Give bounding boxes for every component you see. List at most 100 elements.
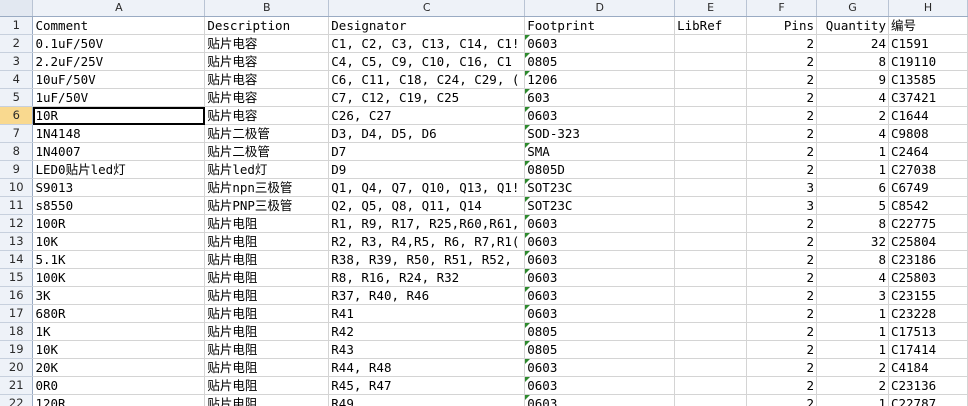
cell-a[interactable]: 100R	[32, 214, 206, 233]
cell-b[interactable]: 贴片PNP三极管	[204, 196, 330, 215]
cell-d[interactable]: SOT23C	[524, 178, 676, 197]
row-header[interactable]: 5	[0, 88, 34, 107]
cell-c[interactable]: D7	[328, 142, 526, 161]
cell-g[interactable]: 4	[816, 124, 889, 143]
cell-e[interactable]	[674, 34, 748, 53]
column-header-g[interactable]: G	[816, 0, 889, 17]
cell-e[interactable]	[674, 376, 748, 395]
cell-g[interactable]: 4	[816, 268, 889, 287]
cell-c[interactable]: R8, R16, R24, R32	[328, 268, 526, 287]
cell-h[interactable]: C37421	[888, 88, 968, 107]
cell-f[interactable]: 2	[746, 34, 817, 53]
cell-f[interactable]: 2	[746, 160, 817, 179]
cell-g[interactable]: 1	[816, 160, 889, 179]
column-header-c[interactable]: C	[328, 0, 526, 17]
cell-b[interactable]: 贴片二极管	[204, 124, 330, 143]
cell-e[interactable]	[674, 286, 748, 305]
row-header[interactable]: 1	[0, 16, 34, 35]
cell-e[interactable]: LibRef	[674, 16, 748, 35]
row-header[interactable]: 2	[0, 34, 34, 53]
cell-g[interactable]: 24	[816, 34, 889, 53]
cell-a[interactable]: Comment	[32, 16, 206, 35]
column-header-a[interactable]: A	[32, 0, 206, 17]
column-header-e[interactable]: E	[674, 0, 748, 17]
cell-a[interactable]: 120R	[32, 394, 206, 406]
cell-e[interactable]	[674, 250, 748, 269]
cell-d[interactable]: SOD-323	[524, 124, 676, 143]
cell-e[interactable]	[674, 304, 748, 323]
cell-e[interactable]	[674, 394, 748, 406]
cell-a[interactable]: 1N4007	[32, 142, 206, 161]
row-header[interactable]: 16	[0, 286, 34, 305]
cell-c[interactable]: R42	[328, 322, 526, 341]
cell-e[interactable]	[674, 358, 748, 377]
row-header[interactable]: 13	[0, 232, 34, 251]
column-header-f[interactable]: F	[746, 0, 817, 17]
cell-e[interactable]	[674, 196, 748, 215]
cell-a[interactable]: 0.1uF/50V	[32, 34, 206, 53]
cell-b[interactable]: 贴片电阻	[204, 322, 330, 341]
cell-d[interactable]: SMA	[524, 142, 676, 161]
cell-c[interactable]: R43	[328, 340, 526, 359]
cell-c[interactable]: C6, C11, C18, C24, C29, (	[328, 70, 526, 89]
cell-g[interactable]: 5	[816, 196, 889, 215]
cell-d[interactable]: Footprint	[524, 16, 676, 35]
cell-g[interactable]: 1	[816, 142, 889, 161]
cell-a[interactable]: 680R	[32, 304, 206, 323]
cell-b[interactable]: 贴片电容	[204, 88, 330, 107]
cell-b[interactable]: 贴片电容	[204, 34, 330, 53]
row-header[interactable]: 4	[0, 70, 34, 89]
cell-h[interactable]: C8542	[888, 196, 968, 215]
cell-h[interactable]: C23155	[888, 286, 968, 305]
cell-h[interactable]: C23228	[888, 304, 968, 323]
cell-a[interactable]: 0R0	[32, 376, 206, 395]
cell-h[interactable]: C1591	[888, 34, 968, 53]
cell-b[interactable]: 贴片电阻	[204, 268, 330, 287]
cell-e[interactable]	[674, 340, 748, 359]
cell-a[interactable]: S9013	[32, 178, 206, 197]
cell-h[interactable]: C25804	[888, 232, 968, 251]
cell-h[interactable]: C23136	[888, 376, 968, 395]
row-header[interactable]: 7	[0, 124, 34, 143]
cell-b[interactable]: 贴片电阻	[204, 232, 330, 251]
cell-a[interactable]: 10R	[32, 106, 206, 125]
cell-f[interactable]: 2	[746, 268, 817, 287]
cell-e[interactable]	[674, 106, 748, 125]
cell-d[interactable]: 603	[524, 88, 676, 107]
cell-h[interactable]: C23186	[888, 250, 968, 269]
cell-c[interactable]: R2, R3, R4,R5, R6, R7,R1(	[328, 232, 526, 251]
cell-d[interactable]: 0603	[524, 394, 676, 406]
cell-c[interactable]: R41	[328, 304, 526, 323]
cell-f[interactable]: 2	[746, 250, 817, 269]
cell-f[interactable]: 2	[746, 322, 817, 341]
cell-b[interactable]: 贴片二极管	[204, 142, 330, 161]
cell-g[interactable]: 6	[816, 178, 889, 197]
cell-b[interactable]: 贴片电阻	[204, 304, 330, 323]
cell-f[interactable]: 3	[746, 196, 817, 215]
cell-b[interactable]: 贴片npn三极管	[204, 178, 330, 197]
cell-e[interactable]	[674, 52, 748, 71]
cell-c[interactable]: D9	[328, 160, 526, 179]
cell-c[interactable]: R45, R47	[328, 376, 526, 395]
cell-c[interactable]: C4, C5, C9, C10, C16, C1	[328, 52, 526, 71]
row-header[interactable]: 3	[0, 52, 34, 71]
cell-e[interactable]	[674, 178, 748, 197]
cell-g[interactable]: 8	[816, 214, 889, 233]
cell-d[interactable]: 0805	[524, 340, 676, 359]
cell-g[interactable]: 2	[816, 358, 889, 377]
column-header-h[interactable]: H	[888, 0, 968, 17]
cell-a[interactable]: 10K	[32, 232, 206, 251]
cell-d[interactable]: SOT23C	[524, 196, 676, 215]
cell-g[interactable]: 2	[816, 376, 889, 395]
cell-b[interactable]: 贴片电阻	[204, 358, 330, 377]
cell-c[interactable]: C26, C27	[328, 106, 526, 125]
cell-e[interactable]	[674, 88, 748, 107]
cell-h[interactable]: C22787	[888, 394, 968, 406]
cell-f[interactable]: 2	[746, 358, 817, 377]
cell-a[interactable]: 1K	[32, 322, 206, 341]
cell-a[interactable]: 20K	[32, 358, 206, 377]
row-header[interactable]: 19	[0, 340, 34, 359]
cell-h[interactable]: C1644	[888, 106, 968, 125]
row-header[interactable]: 20	[0, 358, 34, 377]
row-header[interactable]: 14	[0, 250, 34, 269]
